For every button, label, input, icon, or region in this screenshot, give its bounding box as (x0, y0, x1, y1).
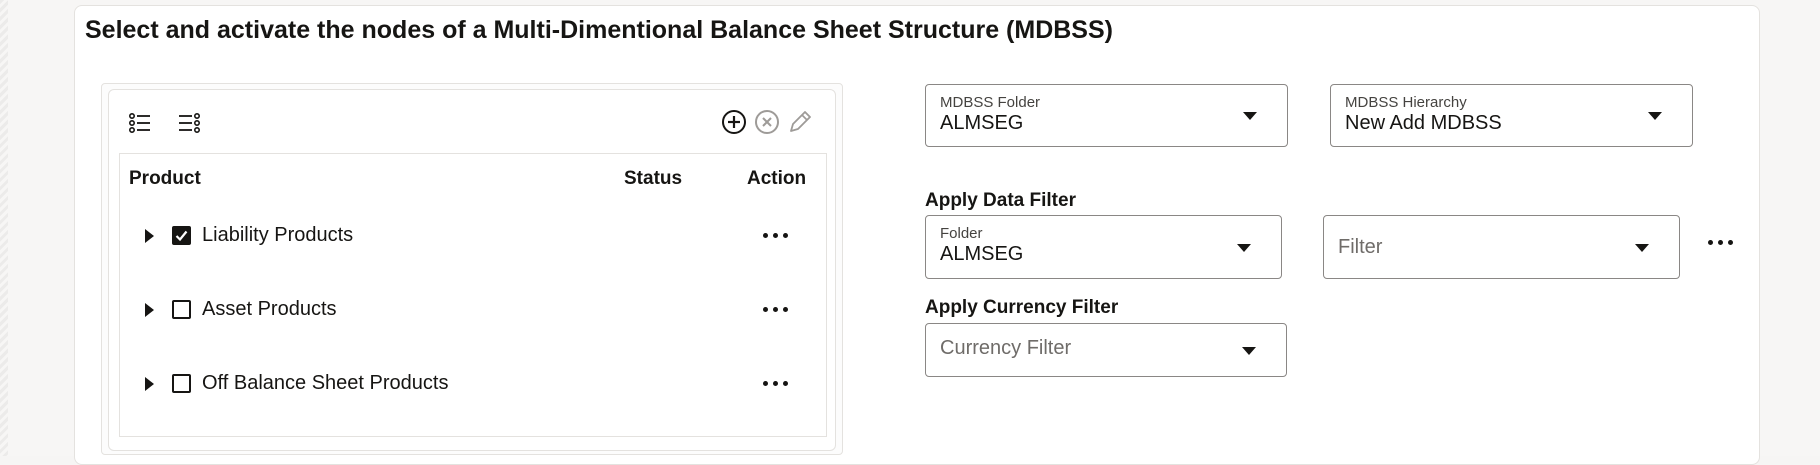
column-header-action: Action (747, 168, 807, 189)
data-filter-folder-select[interactable]: Folder ALMSEG (925, 215, 1282, 279)
chevron-down-icon[interactable] (1242, 347, 1256, 355)
add-circle-icon[interactable] (721, 109, 747, 135)
apply-currency-filter-label: Apply Currency Filter (925, 297, 1119, 318)
row-checkbox[interactable] (172, 374, 191, 393)
list-expand-icon[interactable] (127, 110, 153, 136)
mdbss-hierarchy-value: New Add MDBSS (1345, 112, 1502, 134)
remove-circle-icon[interactable] (754, 109, 780, 135)
data-filter-placeholder: Filter (1338, 236, 1383, 258)
product-table: Product Status Action Liability Products (119, 153, 827, 437)
list-collapse-icon[interactable] (176, 110, 202, 136)
mdbss-folder-select[interactable]: MDBSS Folder ALMSEG (925, 84, 1288, 147)
data-filter-folder-value: ALMSEG (940, 243, 1024, 265)
mdbss-folder-label: MDBSS Folder (940, 94, 1041, 111)
mdbss-folder-value: ALMSEG (940, 112, 1024, 134)
page-title: Select and activate the nodes of a Multi… (85, 16, 1113, 44)
row-action-menu-icon[interactable] (755, 296, 795, 322)
chevron-down-icon[interactable] (1648, 112, 1662, 120)
currency-filter-select[interactable]: Currency Filter (925, 323, 1287, 377)
left-edge-strip (0, 0, 8, 456)
row-checkbox[interactable] (172, 300, 191, 319)
tree-row-off-balance-sheet-products[interactable]: Off Balance Sheet Products (120, 348, 826, 422)
tree-row-label: Off Balance Sheet Products (202, 372, 449, 394)
expand-arrow-icon[interactable] (145, 229, 154, 243)
expand-arrow-icon[interactable] (145, 377, 154, 391)
pencil-icon[interactable] (787, 109, 813, 135)
row-action-menu-icon[interactable] (755, 222, 795, 248)
row-action-menu-icon[interactable] (755, 370, 795, 396)
tree-row-asset-products[interactable]: Asset Products (120, 274, 826, 348)
chevron-down-icon[interactable] (1635, 244, 1649, 252)
data-filter-select[interactable]: Filter (1323, 215, 1680, 279)
mdbss-hierarchy-select[interactable]: MDBSS Hierarchy New Add MDBSS (1330, 84, 1693, 147)
mdbss-card: Select and activate the nodes of a Multi… (74, 5, 1760, 465)
tree-view: Product Status Action Liability Products (108, 89, 836, 451)
row-checkbox[interactable] (172, 226, 191, 245)
column-header-product: Product (129, 168, 201, 189)
apply-data-filter-label: Apply Data Filter (925, 190, 1076, 211)
chevron-down-icon[interactable] (1243, 112, 1257, 120)
data-filter-folder-label: Folder (940, 225, 983, 242)
more-options-icon[interactable] (1702, 232, 1738, 252)
tree-row-liability-products[interactable]: Liability Products (120, 200, 826, 274)
tree-panel: Product Status Action Liability Products (101, 83, 843, 455)
column-header-status: Status (624, 168, 683, 189)
chevron-down-icon[interactable] (1237, 244, 1251, 252)
expand-arrow-icon[interactable] (145, 303, 154, 317)
tree-row-label: Asset Products (202, 298, 337, 320)
mdbss-hierarchy-label: MDBSS Hierarchy (1345, 94, 1467, 111)
currency-filter-placeholder: Currency Filter (940, 337, 1072, 359)
tree-row-label: Liability Products (202, 224, 354, 246)
